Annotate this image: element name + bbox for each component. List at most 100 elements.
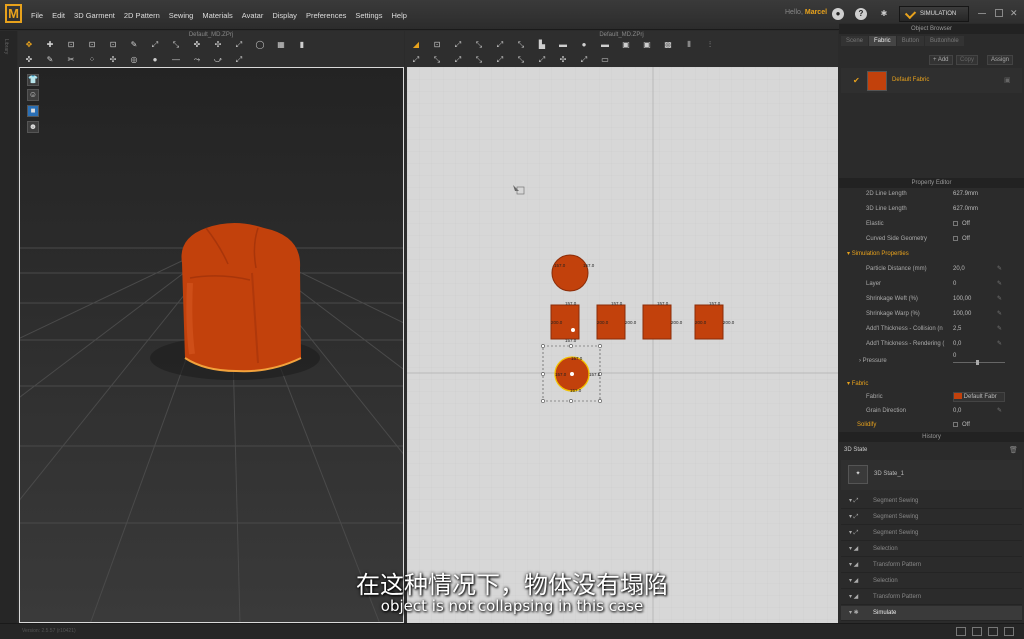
edit-icon[interactable]: ✎ <box>997 322 1002 336</box>
link-icon[interactable]: ⤢ <box>234 40 244 49</box>
layer-value[interactable]: 0 <box>953 277 956 291</box>
tab-scene[interactable]: Scene <box>841 36 869 46</box>
transform-pattern-icon[interactable]: ◢ <box>411 40 421 49</box>
cylinder-garment[interactable] <box>181 223 302 373</box>
symmetry-icon[interactable]: ⤢ <box>537 55 547 64</box>
simulation-properties-group[interactable]: ▾ Simulation Properties <box>847 248 909 260</box>
add-button[interactable]: + Add <box>929 55 953 65</box>
pleat-icon[interactable]: ⤡ <box>516 55 526 64</box>
polygon-icon[interactable]: ⤡ <box>516 40 526 49</box>
menu-sewing[interactable]: Sewing <box>169 11 194 20</box>
dot-icon[interactable]: ● <box>150 55 160 64</box>
camera-view-icon[interactable]: ☻ <box>27 121 39 133</box>
menu-2d-pattern[interactable]: 2D Pattern <box>124 11 160 20</box>
tack-on-icon[interactable]: ⤡ <box>474 55 484 64</box>
curve-point-icon[interactable]: ⤢ <box>495 40 505 49</box>
trace-icon[interactable]: ▣ <box>621 40 631 49</box>
grid-tool-icon[interactable]: ▦ <box>276 40 286 49</box>
pressure-slider[interactable] <box>953 362 1005 363</box>
record-icon[interactable]: ● <box>832 8 844 20</box>
hide-icon[interactable]: ✂ <box>66 55 76 64</box>
maximize-icon[interactable] <box>995 9 1003 17</box>
rotate-icon[interactable]: ✣ <box>213 40 223 49</box>
edit-icon[interactable]: ✎ <box>997 337 1002 351</box>
add-point-icon[interactable]: ⤡ <box>474 40 484 49</box>
menu-avatar[interactable]: Avatar <box>242 11 264 20</box>
fit-icon[interactable]: ✜ <box>24 55 34 64</box>
curved-side-checkbox[interactable] <box>953 235 958 241</box>
free-sewing-icon[interactable]: ⤡ <box>432 55 442 64</box>
pattern-circle-top[interactable] <box>551 254 589 292</box>
internal-rect-icon[interactable]: ▬ <box>558 40 568 49</box>
avatar-tool-icon[interactable]: ✜ <box>192 40 202 49</box>
connect-icon[interactable]: ⤻ <box>213 55 223 64</box>
circle-tool-icon[interactable]: ● <box>579 40 589 49</box>
save-fabric-icon[interactable]: ▣ <box>1004 76 1011 84</box>
layout-3-icon[interactable] <box>988 627 998 636</box>
sew-icon[interactable]: ✣ <box>108 55 118 64</box>
edit-icon[interactable]: ✎ <box>997 307 1002 321</box>
delete-history-icon[interactable]: 🗑 <box>1009 446 1018 454</box>
fabric-group[interactable]: ▾ Fabric <box>847 378 868 390</box>
fabric-view-icon[interactable]: ■ <box>27 105 39 117</box>
expand-chevron-icon[interactable]: › <box>859 358 861 364</box>
tack-icon[interactable]: ⊡ <box>87 40 97 49</box>
assign-button[interactable]: Assign <box>987 55 1014 65</box>
pressure-value[interactable]: 0 <box>953 349 956 363</box>
arrange-icon[interactable]: ⤢ <box>234 55 244 64</box>
menu-preferences[interactable]: Preferences <box>306 11 346 20</box>
topstitch-icon[interactable]: ⤢ <box>579 55 589 64</box>
tab-fabric[interactable]: Fabric <box>869 36 896 46</box>
copy-button[interactable]: Copy <box>956 55 979 65</box>
fabric-dropdown[interactable]: Default Fabr <box>953 392 1005 402</box>
fabric-list-item[interactable]: ✔ Default Fabric ▣ <box>841 68 1022 93</box>
edit-curve-icon[interactable]: ⤢ <box>453 40 463 49</box>
garment-view-icon[interactable]: 👕 <box>27 74 39 86</box>
puckering-icon[interactable]: ▭ <box>600 55 610 64</box>
buttonhole-icon[interactable]: ⫶ <box>705 40 715 49</box>
particle-distance-value[interactable]: 20,0 <box>953 262 965 276</box>
simulation-button[interactable]: SIMULATION <box>899 6 969 22</box>
measure-icon[interactable]: ⤡ <box>171 40 181 49</box>
pressure-slider-handle[interactable] <box>976 360 979 365</box>
shrinkage-warp-value[interactable]: 100,00 <box>953 307 971 321</box>
edit-icon[interactable]: ✎ <box>997 404 1002 418</box>
history-entry[interactable]: ▾ ⤢ Segment Sewing <box>841 510 1022 525</box>
texture-icon[interactable]: ▣ <box>642 40 652 49</box>
menu-3d-garment[interactable]: 3D Garment <box>74 11 115 20</box>
edit-icon[interactable]: ✎ <box>997 277 1002 291</box>
segment-sewing-icon[interactable]: ⤢ <box>411 55 421 64</box>
menu-materials[interactable]: Materials <box>202 11 232 20</box>
layout-2-icon[interactable] <box>972 627 982 636</box>
solidify-checkbox[interactable] <box>953 421 958 427</box>
pattern-square-3[interactable] <box>642 304 672 340</box>
button-icon[interactable]: ⦀ <box>684 40 694 49</box>
pin-icon[interactable]: ✎ <box>129 40 139 49</box>
layout-4-icon[interactable] <box>1004 627 1014 636</box>
menu-edit[interactable]: Edit <box>52 11 65 20</box>
edit-icon[interactable]: ✎ <box>997 262 1002 276</box>
line-icon[interactable]: — <box>171 55 181 64</box>
menu-help[interactable]: Help <box>391 11 406 20</box>
history-entry[interactable]: ▾ ⤢ Segment Sewing <box>841 494 1022 509</box>
tape-icon[interactable]: ◎ <box>129 55 139 64</box>
draw-icon[interactable]: ✎ <box>45 55 55 64</box>
close-icon[interactable]: ✕ <box>1010 9 1018 18</box>
grain-direction-value[interactable]: 0,0 <box>953 404 961 418</box>
viewport-2d[interactable]: 157.0 157.0 157.0 200.0 157.0 157.0 200.… <box>407 67 838 623</box>
brush-icon[interactable]: ⤢ <box>150 40 160 49</box>
edit-pattern-icon[interactable]: ⊡ <box>432 40 442 49</box>
transform-icon[interactable]: ⊡ <box>66 40 76 49</box>
menu-display[interactable]: Display <box>272 11 297 20</box>
bar-tool-icon[interactable]: ▮ <box>297 40 307 49</box>
segment-icon[interactable]: ⤳ <box>192 55 202 64</box>
tab-button[interactable]: Button <box>896 36 925 46</box>
rectangle-tool-icon[interactable]: ▙ <box>537 40 547 49</box>
fold-icon[interactable]: ⊡ <box>108 40 118 49</box>
minimize-icon[interactable] <box>978 9 986 14</box>
layout-1-icon[interactable] <box>956 627 966 636</box>
history-entry[interactable]: ▾ ⤢ Segment Sewing <box>841 526 1022 541</box>
settings-icon[interactable]: ✱ <box>878 8 890 20</box>
library-strip[interactable]: Library <box>0 31 17 623</box>
shrinkage-weft-value[interactable]: 100,00 <box>953 292 971 306</box>
